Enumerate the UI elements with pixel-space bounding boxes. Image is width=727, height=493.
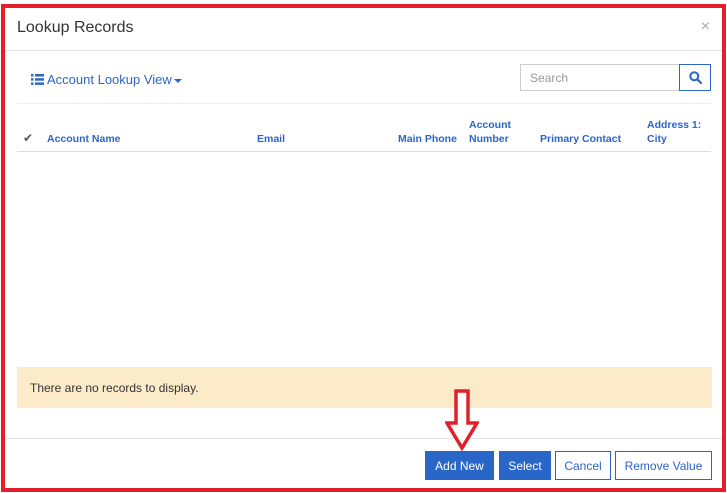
search-input[interactable]	[520, 64, 680, 91]
select-button[interactable]: Select	[499, 451, 551, 480]
search-button[interactable]	[679, 64, 711, 91]
dialog-title: Lookup Records	[17, 19, 134, 36]
remove-value-button[interactable]: Remove Value	[615, 451, 712, 480]
view-selector-label: Account Lookup View	[47, 72, 172, 87]
column-email[interactable]: Email	[257, 132, 285, 146]
checkmark-icon[interactable]: ✔	[23, 131, 33, 145]
view-selector[interactable]: Account Lookup View	[31, 72, 182, 87]
dialog-header: Lookup Records ×	[5, 8, 722, 51]
cancel-button[interactable]: Cancel	[555, 451, 611, 480]
results-table-header: ✔ Account Name Email Main Phone Account …	[17, 104, 711, 152]
column-main-phone[interactable]: Main Phone	[398, 132, 457, 146]
search-icon	[688, 71, 702, 84]
close-icon[interactable]: ×	[701, 18, 710, 36]
lookup-records-dialog: Lookup Records × Account Lookup View ✔ A…	[0, 0, 727, 493]
list-icon	[31, 74, 44, 85]
footer-divider	[5, 438, 722, 439]
column-account-number[interactable]: Account Number	[469, 118, 519, 146]
add-new-button[interactable]: Add New	[425, 451, 494, 480]
column-address-city[interactable]: Address 1: City	[647, 118, 705, 146]
empty-results-message: There are no records to display.	[17, 367, 712, 408]
caret-down-icon	[173, 78, 182, 83]
down-arrow-icon	[445, 389, 479, 451]
column-account-name[interactable]: Account Name	[47, 132, 121, 146]
column-primary-contact[interactable]: Primary Contact	[540, 132, 621, 146]
